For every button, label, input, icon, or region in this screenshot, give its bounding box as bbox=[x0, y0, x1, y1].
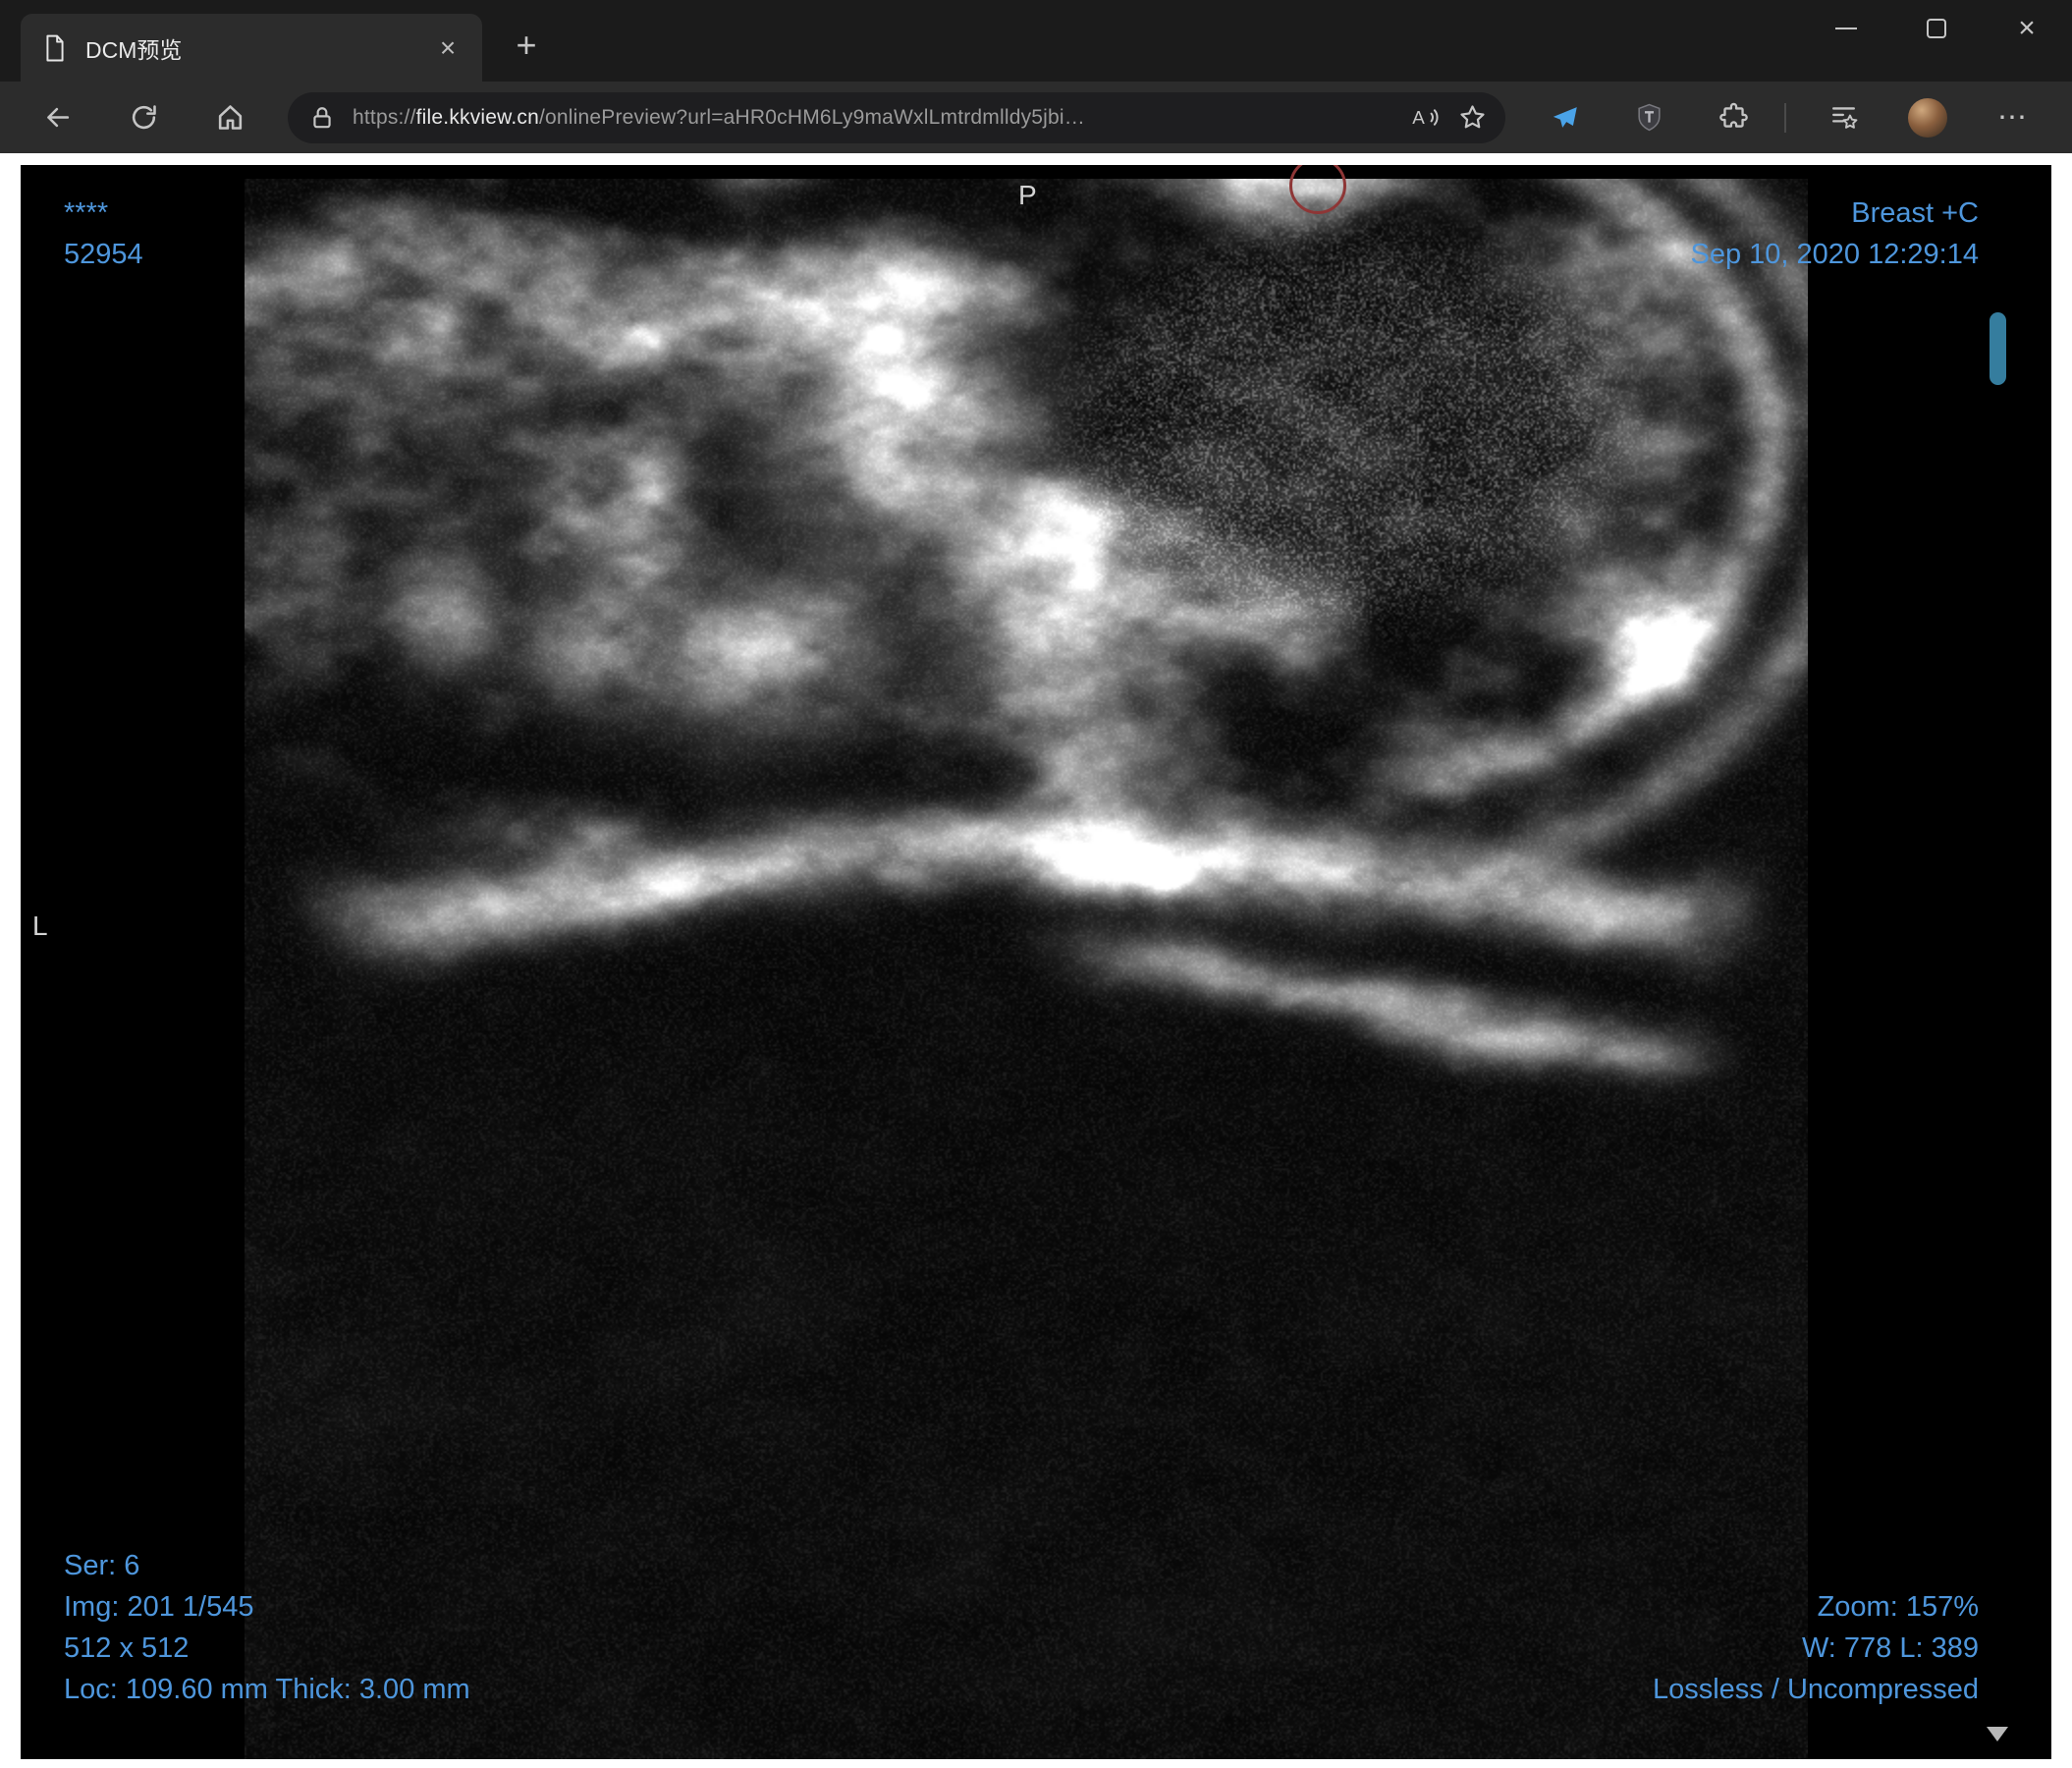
overlay-line: 512 x 512 bbox=[64, 1632, 190, 1664]
overlay-line: Breast +C bbox=[1851, 197, 1979, 229]
lock-icon[interactable] bbox=[309, 105, 335, 131]
scroll-down-arrow-icon[interactable] bbox=[1987, 1727, 2008, 1741]
settings-more-button[interactable]: ⋯ bbox=[1985, 92, 2040, 143]
overlay-line: Loc: 109.60 mm Thick: 3.00 mm bbox=[64, 1674, 470, 1705]
favorites-hub-icon[interactable] bbox=[1816, 92, 1871, 143]
overlay-line: Zoom: 157% bbox=[1817, 1591, 1979, 1623]
dicom-viewer: **** 52954 Breast +C Sep 10, 2020 12:29:… bbox=[21, 165, 2051, 1759]
extensions-puzzle-icon[interactable] bbox=[1706, 92, 1761, 143]
overlay-line: Lossless / Uncompressed bbox=[1652, 1674, 1979, 1705]
overlay-bottom-left: Ser: 6 Img: 201 1/545 512 x 512 Loc: 109… bbox=[64, 1545, 470, 1710]
extension-icon-blue[interactable] bbox=[1537, 92, 1592, 143]
tab-close-icon[interactable]: × bbox=[427, 28, 468, 69]
close-button[interactable]: × bbox=[1982, 0, 2072, 57]
refresh-button[interactable] bbox=[116, 92, 171, 143]
orientation-marker-posterior: P bbox=[1018, 180, 1037, 210]
read-aloud-button[interactable]: A bbox=[1401, 95, 1448, 140]
overlay-line: Sep 10, 2020 12:29:14 bbox=[1690, 239, 1979, 270]
orientation-marker-left: L bbox=[32, 911, 48, 941]
url-domain: file.kkview.cn bbox=[415, 105, 539, 129]
favorites-star-button[interactable] bbox=[1448, 95, 1496, 140]
overlay-line: **** bbox=[64, 197, 109, 229]
profile-button[interactable] bbox=[1900, 92, 1955, 143]
extension-icon-shield[interactable] bbox=[1621, 92, 1676, 143]
maximize-icon bbox=[1927, 19, 1946, 38]
overlay-line: W: 778 L: 389 bbox=[1801, 1632, 1979, 1664]
minimize-icon bbox=[1835, 28, 1857, 29]
maximize-button[interactable] bbox=[1891, 0, 1982, 57]
mri-image[interactable] bbox=[245, 179, 1808, 1759]
home-button[interactable] bbox=[202, 92, 257, 143]
overlay-top-left: **** 52954 bbox=[64, 193, 143, 275]
window-controls: × bbox=[1801, 0, 2072, 57]
url-text: https://file.kkview.cn/onlinePreview?url… bbox=[353, 106, 1401, 130]
avatar bbox=[1908, 97, 1947, 138]
tab-title: DCM预览 bbox=[85, 36, 183, 63]
toolbar-separator bbox=[1784, 102, 1786, 133]
overlay-top-right: Breast +C Sep 10, 2020 12:29:14 bbox=[1691, 193, 1979, 275]
url-path: /onlinePreview?url=aHR0cHM6Ly9maWxlLmtrd… bbox=[539, 105, 1085, 129]
new-tab-button[interactable]: + bbox=[503, 22, 550, 69]
svg-text:A: A bbox=[1412, 107, 1425, 128]
overlay-line: 52954 bbox=[64, 239, 143, 270]
url-scheme: https:// bbox=[353, 105, 416, 129]
titlebar: DCM预览 × + × bbox=[0, 0, 2072, 82]
back-button[interactable] bbox=[29, 92, 84, 143]
overlay-bottom-right: Zoom: 157% W: 778 L: 389 Lossless / Unco… bbox=[1653, 1586, 1979, 1710]
browser-tab[interactable]: DCM预览 × bbox=[21, 14, 482, 82]
navigation-toolbar: https://file.kkview.cn/onlinePreview?url… bbox=[0, 82, 2072, 153]
overlay-line: Img: 201 1/545 bbox=[64, 1591, 254, 1623]
minimize-button[interactable] bbox=[1801, 0, 1891, 57]
overlay-line: Ser: 6 bbox=[64, 1550, 140, 1581]
address-bar[interactable]: https://file.kkview.cn/onlinePreview?url… bbox=[288, 91, 1505, 143]
document-icon bbox=[42, 34, 68, 62]
browser-window: DCM预览 × + × https://file.kkview.cn/onlin… bbox=[0, 0, 2072, 1768]
scrollbar-thumb[interactable] bbox=[1990, 312, 2006, 385]
page-content: **** 52954 Breast +C Sep 10, 2020 12:29:… bbox=[0, 153, 2072, 1768]
